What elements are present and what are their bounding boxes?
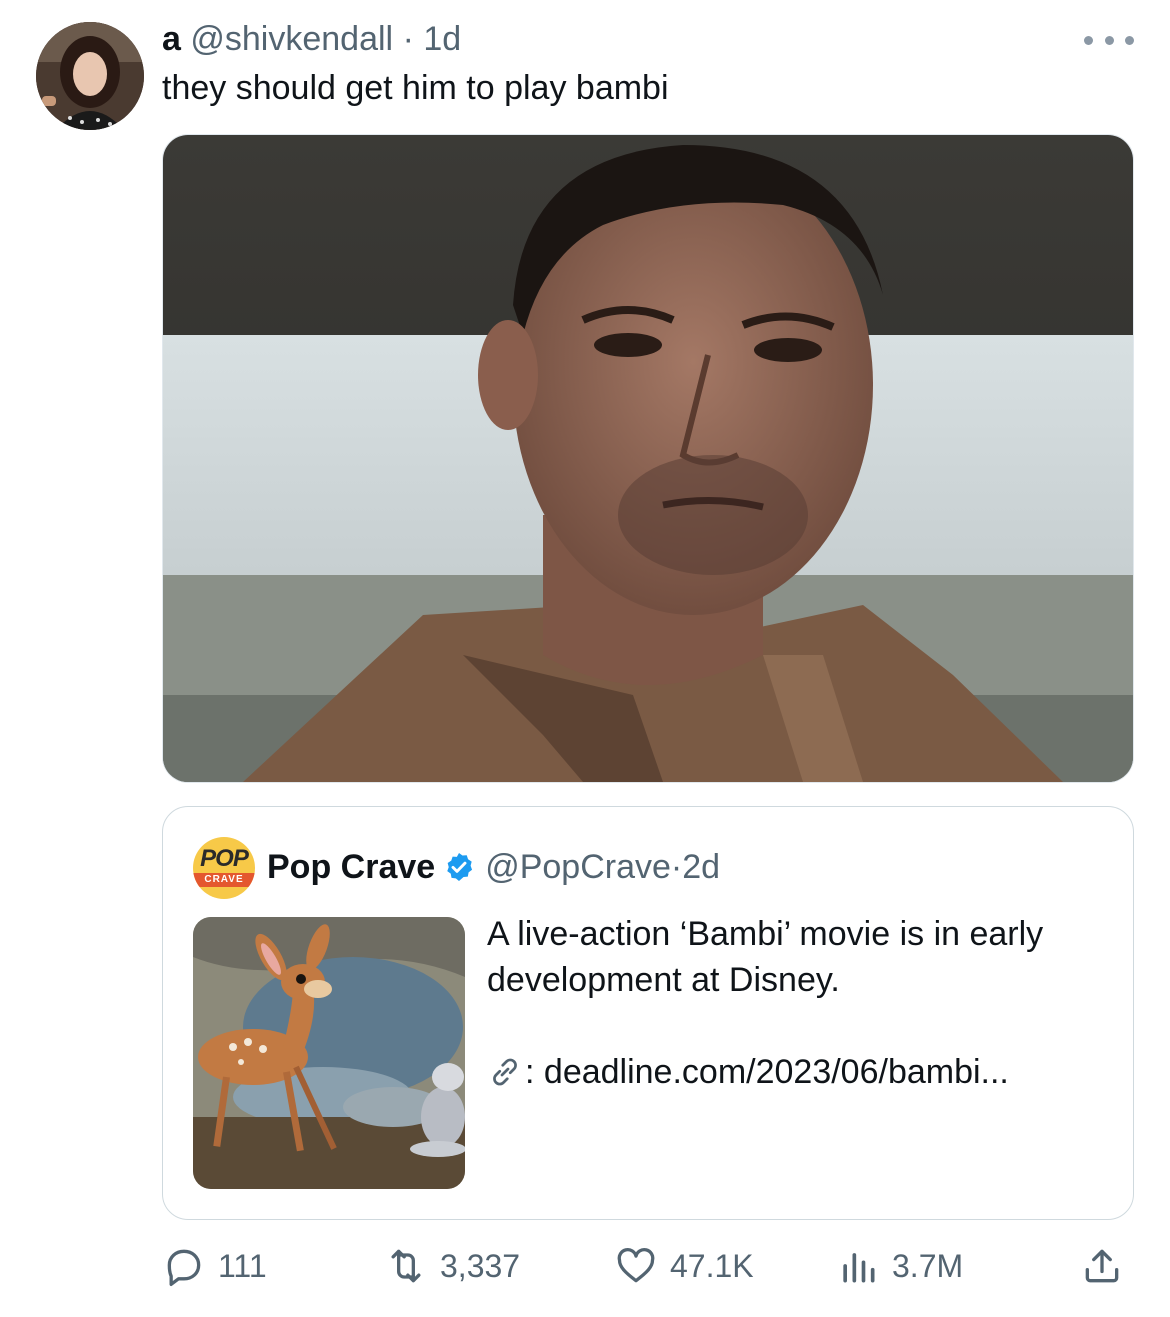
pop-crave-avatar[interactable]: POP CRAVE	[193, 837, 255, 899]
views-button[interactable]: 3.7M	[836, 1244, 963, 1288]
share-button[interactable]	[1080, 1244, 1136, 1288]
views-count: 3.7M	[892, 1247, 964, 1284]
like-button[interactable]: 47.1K	[614, 1244, 754, 1288]
like-count: 47.1K	[670, 1247, 754, 1284]
tweet-photo[interactable]	[162, 134, 1134, 783]
retweet-button[interactable]: 3,337	[384, 1244, 520, 1288]
quoted-link-line: : deadline.com/2023/06/bambi...	[487, 1049, 1009, 1095]
tweet-header: a @shivkendall · 1d	[162, 18, 461, 60]
logo-text-pop: POP	[200, 845, 249, 872]
user-handle[interactable]: @shivkendall	[190, 20, 393, 58]
link-url[interactable]: deadline.com/2023/06/bambi...	[544, 1049, 1009, 1095]
quoted-tweet-text: A live-action ‘Bambi’ movie is in early …	[487, 915, 1044, 999]
timestamp[interactable]: 1d	[423, 20, 461, 58]
retweet-count: 3,337	[440, 1247, 521, 1284]
display-name[interactable]: a	[162, 20, 181, 58]
logo-text-crave: CRAVE	[193, 873, 255, 887]
reply-icon	[167, 1249, 201, 1286]
retweet-icon	[391, 1249, 421, 1283]
separator: ·	[402, 20, 414, 58]
analytics-icon	[843, 1253, 875, 1283]
separator: ·	[670, 848, 683, 886]
heart-icon	[617, 1248, 655, 1283]
quoted-header: Pop Crave @PopCrave · 2d	[267, 845, 720, 889]
quoted-thumbnail[interactable]	[193, 917, 465, 1189]
action-bar: 111 3,337 47.1K 3.7M	[162, 1238, 1134, 1298]
reply-button[interactable]: 111	[162, 1244, 267, 1288]
quoted-timestamp[interactable]: 2d	[682, 845, 720, 889]
verified-badge-icon	[447, 853, 473, 881]
quoted-display-name[interactable]: Pop Crave	[267, 845, 435, 889]
tweet-text: they should get him to play bambi	[162, 69, 669, 107]
share-icon	[1085, 1249, 1119, 1283]
quoted-handle[interactable]: @PopCrave	[485, 845, 671, 889]
more-options-icon[interactable]	[1084, 30, 1134, 50]
user-avatar[interactable]	[36, 22, 144, 130]
link-prefix: :	[525, 1053, 544, 1091]
reply-count: 111	[218, 1247, 267, 1284]
quoted-tweet-card[interactable]: POP CRAVE Pop Crave @PopCrave · 2d A liv…	[162, 806, 1134, 1220]
link-icon	[493, 1058, 517, 1086]
